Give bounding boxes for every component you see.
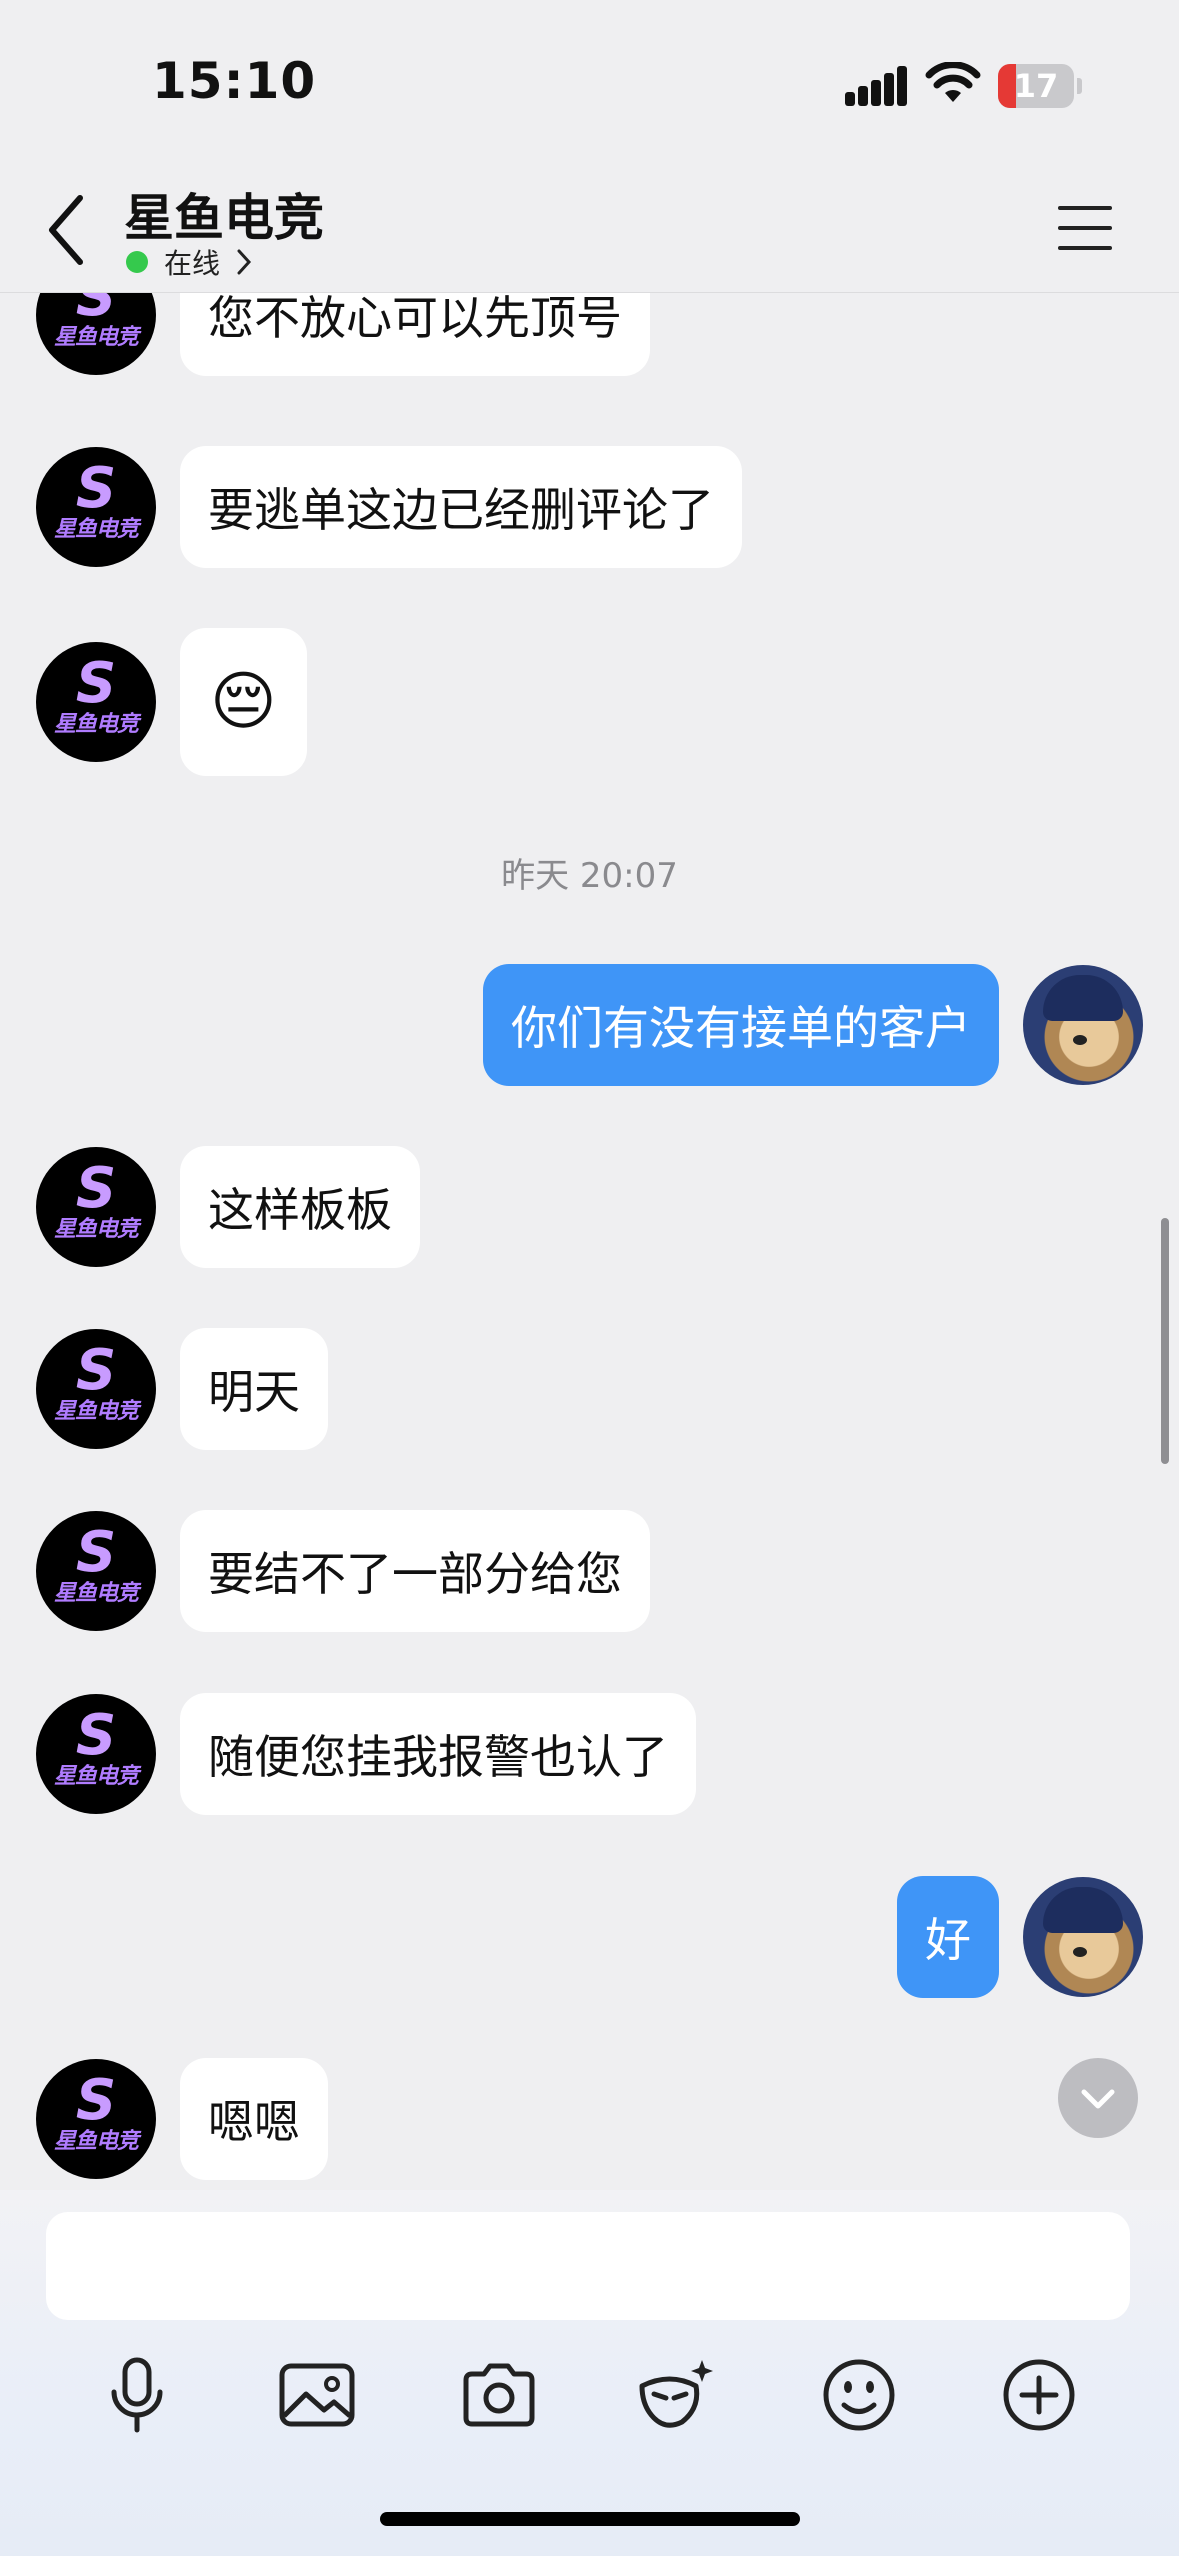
message-bubble[interactable]: 要结不了一部分给您: [180, 1510, 650, 1632]
message-bubble[interactable]: 随便您挂我报警也认了: [180, 1693, 696, 1815]
message-input[interactable]: [46, 2212, 1130, 2320]
user-avatar[interactable]: [1023, 965, 1143, 1085]
message-row: S 星鱼电竞 这样板板: [36, 1146, 420, 1268]
composer: [0, 2190, 1179, 2556]
emoji-message[interactable]: 😔: [180, 628, 307, 776]
online-dot-icon: [126, 251, 148, 273]
message-row-self: 你们有没有接单的客户: [483, 964, 1143, 1086]
contact-avatar[interactable]: S 星鱼电竞: [36, 2059, 156, 2179]
scroll-to-bottom-button[interactable]: [1058, 2058, 1138, 2138]
mask-icon[interactable]: [630, 2350, 720, 2440]
user-avatar[interactable]: [1023, 1877, 1143, 1997]
battery-level: 17: [1013, 67, 1059, 105]
contact-avatar[interactable]: S 星鱼电竞: [36, 642, 156, 762]
chevron-right-icon: [237, 249, 252, 275]
message-row: S 星鱼电竞 明天: [36, 1328, 328, 1450]
message-bubble[interactable]: 您不放心可以先顶号: [180, 292, 650, 376]
contact-avatar[interactable]: S 星鱼电竞: [36, 1694, 156, 1814]
home-indicator[interactable]: [380, 2512, 800, 2526]
message-bubble-self[interactable]: 你们有没有接单的客户: [483, 964, 999, 1086]
online-status-text: 在线: [164, 247, 221, 280]
contact-avatar[interactable]: S 星鱼电竞: [36, 1147, 156, 1267]
message-bubble-self[interactable]: 好: [897, 1876, 999, 1998]
message-row: S 星鱼电竞 要结不了一部分给您: [36, 1510, 650, 1632]
message-row: S 星鱼电竞 随便您挂我报警也认了: [36, 1693, 696, 1815]
battery-tip: [1077, 78, 1082, 94]
message-bubble[interactable]: 嗯嗯: [180, 2058, 328, 2180]
online-status[interactable]: 在线: [126, 242, 254, 282]
chevron-down-icon: [1081, 2089, 1115, 2109]
chat-header: 星鱼电竞 在线: [0, 170, 1179, 293]
emoji-icon[interactable]: [814, 2350, 904, 2440]
wifi-icon: [925, 62, 981, 102]
microphone-icon[interactable]: [92, 2350, 182, 2440]
contact-avatar[interactable]: S 星鱼电竞: [36, 1511, 156, 1631]
cellular-signal-icon: [845, 66, 907, 106]
contact-avatar[interactable]: S 星鱼电竞: [36, 292, 156, 375]
message-list[interactable]: S 星鱼电竞 您不放心可以先顶号 S 星鱼电竞 要逃单这边已经删评论了 S 星鱼电竞 …: [0, 292, 1179, 2190]
message-bubble[interactable]: 这样板板: [180, 1146, 420, 1268]
contact-avatar[interactable]: S 星鱼电竞: [36, 1329, 156, 1449]
composer-toolbar: [0, 2350, 1179, 2460]
message-row: S 星鱼电竞 您不放心可以先顶号: [36, 292, 650, 376]
timestamp: 昨天 20:07: [501, 856, 678, 896]
image-icon[interactable]: [272, 2350, 362, 2440]
message-row: S 星鱼电竞 要逃单这边已经删评论了: [36, 446, 742, 568]
scrollbar[interactable]: [1161, 1218, 1169, 1464]
message-row: S 星鱼电竞 嗯嗯: [36, 2058, 328, 2180]
status-bar: 15:10 17: [0, 0, 1179, 170]
camera-icon[interactable]: [454, 2350, 544, 2440]
contact-avatar[interactable]: S 星鱼电竞: [36, 447, 156, 567]
chat-title[interactable]: 星鱼电竞: [124, 178, 324, 250]
message-row: S 星鱼电竞 😔: [36, 628, 307, 776]
message-bubble[interactable]: 明天: [180, 1328, 328, 1450]
message-row-self: 好: [897, 1876, 1143, 1998]
menu-icon[interactable]: [1058, 204, 1114, 254]
back-arrow-icon[interactable]: [36, 190, 96, 270]
message-bubble[interactable]: 要逃单这边已经删评论了: [180, 446, 742, 568]
plus-icon[interactable]: [994, 2350, 1084, 2440]
status-time: 15:10: [152, 52, 317, 110]
battery-icon: 17: [998, 64, 1074, 108]
